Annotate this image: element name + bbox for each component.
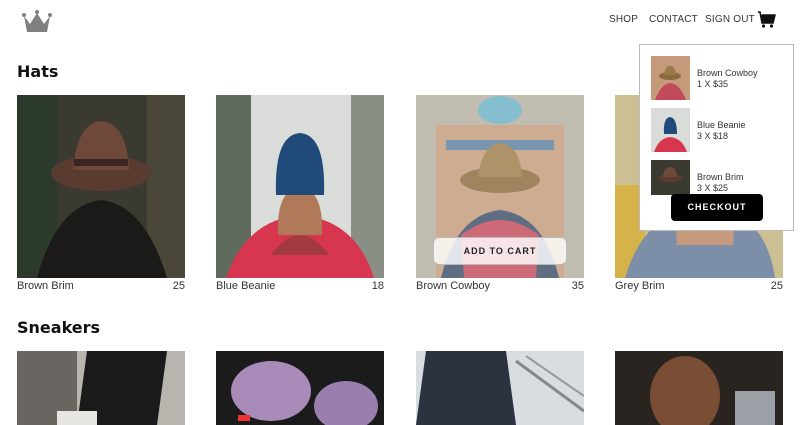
nav-contact-link[interactable]: CONTACT: [649, 14, 698, 25]
cart-item-quantity-price: 1 X $35: [697, 79, 729, 89]
product-card[interactable]: ADD TO CART Brown Cowboy 35: [416, 95, 584, 295]
cart-item-quantity-price: 3 X $25: [697, 183, 729, 193]
product-image[interactable]: [416, 351, 584, 425]
section-title-sneakers: Sneakers: [17, 318, 101, 337]
cart-item-quantity-price: 3 X $18: [697, 131, 729, 141]
product-price: 25: [172, 280, 185, 292]
product-card[interactable]: [216, 351, 384, 425]
crown-logo-icon[interactable]: [22, 10, 52, 34]
product-image[interactable]: [216, 95, 384, 278]
cart-item: Brown Cowboy 1 X $35: [651, 56, 791, 102]
checkout-button[interactable]: CHECKOUT: [671, 194, 763, 221]
product-name: Brown Brim: [17, 280, 74, 292]
product-price: 25: [770, 280, 783, 292]
nav-shop-link[interactable]: SHOP: [609, 14, 638, 25]
product-card[interactable]: [416, 351, 584, 425]
product-image[interactable]: [17, 351, 185, 425]
cart-item-image: [651, 108, 690, 152]
cart-items-list[interactable]: Brown Cowboy 1 X $35 Blue Beanie 3 X $18: [640, 45, 793, 195]
add-to-cart-button[interactable]: ADD TO CART: [433, 237, 567, 265]
product-price: 35: [571, 280, 584, 292]
cart-dropdown: Brown Cowboy 1 X $35 Blue Beanie 3 X $18: [639, 44, 794, 231]
nav-sign-out-link[interactable]: SIGN OUT: [705, 14, 755, 25]
product-image[interactable]: [216, 351, 384, 425]
cart-item: Blue Beanie 3 X $18: [651, 108, 791, 154]
header: SHOP CONTACT SIGN OUT: [0, 0, 800, 44]
product-card[interactable]: Brown Brim 25: [17, 95, 185, 295]
cart-item-name: Blue Beanie: [697, 120, 746, 130]
product-price: 18: [371, 280, 384, 292]
cart-item-name: Brown Brim: [697, 172, 744, 182]
cart-item-image: [651, 160, 690, 195]
product-name: Brown Cowboy: [416, 280, 490, 292]
product-image[interactable]: [615, 351, 783, 425]
section-title-hats: Hats: [17, 62, 59, 81]
product-card[interactable]: [17, 351, 185, 425]
cart-item-image: [651, 56, 690, 100]
shopping-bag-icon[interactable]: [755, 7, 777, 29]
cart-item: Brown Brim 3 X $25: [651, 160, 791, 195]
product-card[interactable]: [615, 351, 783, 425]
product-name: Blue Beanie: [216, 280, 276, 292]
product-name: Grey Brim: [615, 280, 665, 292]
product-card[interactable]: Blue Beanie 18: [216, 95, 384, 295]
cart-item-name: Brown Cowboy: [697, 68, 758, 78]
product-image[interactable]: [17, 95, 185, 278]
